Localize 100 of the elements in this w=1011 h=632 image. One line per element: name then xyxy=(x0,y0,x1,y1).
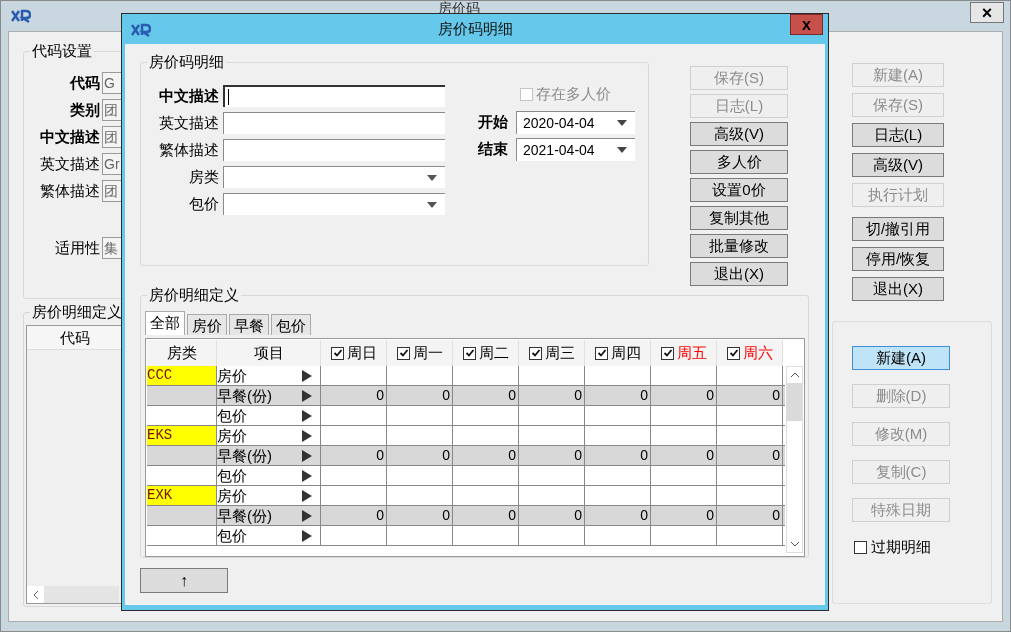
checkbox[interactable] xyxy=(727,346,740,360)
play-icon[interactable] xyxy=(302,489,312,502)
field-label: 繁体描述 xyxy=(39,181,100,201)
play-icon[interactable] xyxy=(302,409,312,422)
input-field[interactable]: Gr xyxy=(102,153,122,175)
column-header: 房类 xyxy=(147,340,217,366)
input-field[interactable] xyxy=(223,85,445,107)
group-title: 房价码明细 xyxy=(147,52,226,72)
table-cell: 0 xyxy=(651,506,717,525)
button[interactable]: 高级(V) xyxy=(690,122,788,146)
caret-icon xyxy=(617,120,627,126)
table-cell: 0 xyxy=(519,506,585,525)
button[interactable]: ↑ xyxy=(140,568,228,593)
button[interactable]: 设置0价 xyxy=(690,178,788,202)
column-header: 项目 xyxy=(217,340,321,366)
checkbox-label: 过期明细 xyxy=(871,537,931,557)
checkbox[interactable] xyxy=(331,346,344,360)
checkbox[interactable] xyxy=(595,346,608,360)
checkbox-label: 存在多人价 xyxy=(536,84,611,104)
checkbox[interactable] xyxy=(854,540,867,554)
play-icon[interactable] xyxy=(302,369,312,382)
field-label: 英文描述 xyxy=(158,113,219,133)
play-icon[interactable] xyxy=(302,509,312,522)
button[interactable]: 复制其他 xyxy=(690,206,788,230)
table-cell: 0 xyxy=(387,446,453,465)
input-field[interactable]: 团 xyxy=(102,126,122,148)
play-icon[interactable] xyxy=(302,529,312,542)
input-field[interactable]: 团 xyxy=(102,180,122,202)
table-cell: CCC xyxy=(147,366,217,385)
button[interactable]: 退出(X) xyxy=(852,277,944,301)
table-cell: 0 xyxy=(321,386,387,405)
field-label: 包价 xyxy=(188,194,219,214)
button[interactable]: 切/撤引用 xyxy=(852,217,944,241)
field-label: 房类 xyxy=(188,167,219,187)
day-label: 周二 xyxy=(479,342,509,363)
caret-icon xyxy=(427,201,437,208)
tab[interactable]: 全部 xyxy=(145,311,185,335)
caret-icon xyxy=(617,147,627,153)
table-cell: EKS xyxy=(147,426,217,445)
button[interactable]: 退出(X) xyxy=(690,262,788,286)
play-icon[interactable] xyxy=(302,469,312,482)
input-field[interactable]: G xyxy=(102,72,122,94)
day-label: 周六 xyxy=(743,342,773,363)
field-label: 类别 xyxy=(69,100,100,120)
group-title: 房价明细定义 xyxy=(30,302,124,322)
scrollbar[interactable] xyxy=(786,366,803,553)
tab[interactable]: 早餐 xyxy=(229,314,269,335)
day-label: 周一 xyxy=(413,342,443,363)
field-label: 英文描述 xyxy=(39,154,100,174)
logo-icon xyxy=(11,8,31,24)
table-cell: 早餐(份) xyxy=(217,386,272,405)
date-picker[interactable]: 2020-04-04 xyxy=(516,111,635,134)
play-icon[interactable] xyxy=(302,429,312,442)
table-cell: 0 xyxy=(519,446,585,465)
checkbox[interactable] xyxy=(463,346,476,360)
scrollbar[interactable] xyxy=(27,586,119,603)
date-picker[interactable]: 2021-04-04 xyxy=(516,138,635,161)
caret-icon xyxy=(427,174,437,181)
table-cell: 房价 xyxy=(217,366,247,385)
field-label: 中文描述 xyxy=(39,127,100,147)
input-field[interactable]: 集 xyxy=(102,237,122,259)
button[interactable]: 停用/恢复 xyxy=(852,247,944,271)
table-cell: 0 xyxy=(387,386,453,405)
field-label: 繁体描述 xyxy=(158,140,219,160)
table-cell: 包价 xyxy=(217,526,247,545)
button[interactable]: 多人价 xyxy=(690,150,788,174)
logo-icon xyxy=(131,22,151,38)
close-button[interactable]: × xyxy=(970,2,1004,23)
scroll-thumb[interactable] xyxy=(787,383,802,421)
text-cursor xyxy=(228,89,229,105)
table-cell: 0 xyxy=(585,446,651,465)
dropdown[interactable] xyxy=(223,166,445,188)
scroll-left-icon[interactable] xyxy=(27,586,44,603)
table-cell: 0 xyxy=(453,506,519,525)
day-label: 周五 xyxy=(677,342,707,363)
group-title: 代码设置 xyxy=(30,41,94,61)
input-field[interactable] xyxy=(223,139,445,161)
button[interactable]: 批量修改 xyxy=(690,234,788,258)
field-label: 开始 xyxy=(478,112,509,133)
day-label: 周四 xyxy=(611,342,641,363)
checkbox[interactable] xyxy=(397,346,410,360)
tab[interactable]: 包价 xyxy=(271,314,311,335)
play-icon[interactable] xyxy=(302,389,312,402)
table-cell: 0 xyxy=(717,446,783,465)
checkbox[interactable] xyxy=(661,346,674,360)
button[interactable]: 高级(V) xyxy=(852,153,944,177)
table-cell: EXK xyxy=(147,486,217,505)
button[interactable]: 新建(A) xyxy=(852,346,950,370)
tab[interactable]: 房价 xyxy=(187,314,227,335)
input-field[interactable]: 团 xyxy=(102,99,122,121)
input-field[interactable] xyxy=(223,112,445,134)
table-cell: 0 xyxy=(321,506,387,525)
play-icon[interactable] xyxy=(302,449,312,462)
dropdown[interactable] xyxy=(223,193,445,215)
table-cell: 0 xyxy=(585,386,651,405)
table-cell: 房价 xyxy=(217,486,247,505)
checkbox[interactable] xyxy=(529,346,542,360)
table-cell: 0 xyxy=(585,506,651,525)
close-button[interactable]: x xyxy=(790,14,823,35)
button[interactable]: 日志(L) xyxy=(852,123,944,147)
